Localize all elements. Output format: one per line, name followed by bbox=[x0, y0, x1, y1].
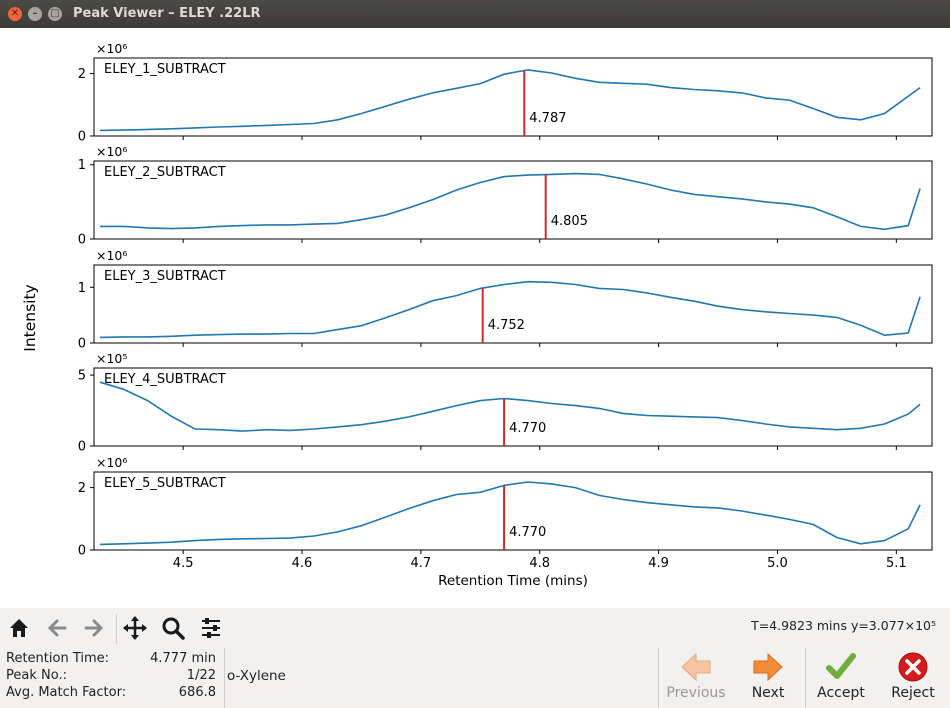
accept-button[interactable]: Accept bbox=[806, 648, 876, 708]
x-tick-label: 4.8 bbox=[529, 556, 550, 571]
minimize-window-button[interactable]: – bbox=[28, 7, 42, 21]
navigation-toolbar: T=4.9823 mins y=3.077×10⁵ bbox=[0, 608, 950, 648]
chromatogram-line bbox=[99, 172, 921, 231]
action-separator bbox=[658, 648, 659, 708]
plot-canvas[interactable]: 0 2 ×10⁶ 4.787 ELEY_1_SUBTRACT 0 1 ×10⁶ 4.805 ELE… bbox=[0, 28, 950, 608]
chromatogram-line bbox=[99, 69, 921, 132]
window-title: Peak Viewer – ELEY .22LR bbox=[73, 6, 261, 21]
y-exponent-label: ×10⁶ bbox=[96, 144, 127, 159]
peak-label: 4.752 bbox=[488, 318, 525, 333]
figure-svg[interactable]: 02×10⁶4.787ELEY_1_SUBTRACT01×10⁶4.805ELE… bbox=[0, 28, 950, 608]
peak-label: 4.787 bbox=[529, 111, 566, 126]
zoom-icon[interactable] bbox=[159, 614, 187, 642]
y-exponent-label: ×10⁶ bbox=[96, 455, 127, 470]
match-factor-label: Avg. Match Factor: bbox=[6, 685, 127, 700]
reject-button[interactable]: Reject bbox=[878, 648, 948, 708]
forward-arrow-icon[interactable] bbox=[80, 614, 108, 642]
title-bar: ✕ – □ Peak Viewer – ELEY .22LR bbox=[0, 0, 950, 28]
toolbar-separator bbox=[116, 614, 117, 644]
peak-number-value: 1/22 bbox=[186, 668, 216, 683]
x-axis-label: Retention Time (mins) bbox=[438, 573, 588, 589]
x-tick-label: 4.5 bbox=[173, 556, 194, 571]
y-tick-label: 1 bbox=[78, 158, 86, 173]
y-tick-label: 1 bbox=[78, 281, 86, 296]
y-tick-label: 0 bbox=[78, 233, 86, 248]
y-axis-label: Intensity bbox=[21, 284, 39, 351]
reject-x-icon bbox=[898, 652, 928, 682]
peak-label: 4.770 bbox=[509, 421, 546, 436]
x-tick-label: 4.6 bbox=[292, 556, 313, 571]
next-label: Next bbox=[751, 685, 785, 701]
close-window-button[interactable]: ✕ bbox=[8, 7, 22, 21]
x-tick-label: 5.0 bbox=[767, 556, 788, 571]
x-tick-label: 4.7 bbox=[411, 556, 432, 571]
panel-title: ELEY_2_SUBTRACT bbox=[104, 165, 226, 180]
y-tick-label: 2 bbox=[78, 67, 86, 82]
y-tick-label: 0 bbox=[78, 440, 86, 455]
x-tick-label: 5.1 bbox=[886, 556, 907, 571]
reject-label: Reject bbox=[891, 685, 935, 701]
y-tick-label: 0 bbox=[78, 130, 86, 145]
y-exponent-label: ×10⁵ bbox=[96, 351, 127, 366]
home-icon[interactable] bbox=[5, 614, 33, 642]
maximize-window-button[interactable]: □ bbox=[48, 7, 62, 21]
y-tick-label: 5 bbox=[78, 369, 86, 384]
y-exponent-label: ×10⁶ bbox=[96, 248, 127, 263]
panel-title: ELEY_5_SUBTRACT bbox=[104, 476, 226, 491]
back-arrow-icon[interactable] bbox=[43, 614, 71, 642]
previous-label: Previous bbox=[666, 685, 726, 701]
accept-label: Accept bbox=[817, 685, 865, 701]
panel-title: ELEY_4_SUBTRACT bbox=[104, 372, 226, 387]
left-arrow-icon bbox=[681, 652, 711, 682]
match-factor-value: 686.8 bbox=[178, 685, 216, 700]
y-tick-label: 0 bbox=[78, 544, 86, 559]
peak-label: 4.805 bbox=[551, 214, 588, 229]
next-button[interactable]: Next bbox=[733, 648, 803, 708]
pan-icon[interactable] bbox=[121, 614, 149, 642]
y-tick-label: 2 bbox=[78, 481, 86, 496]
peak-number-label: Peak No.: bbox=[6, 668, 67, 683]
panel-title: ELEY_3_SUBTRACT bbox=[104, 269, 226, 284]
retention-time-value: 4.777 min bbox=[150, 651, 216, 666]
y-exponent-label: ×10⁶ bbox=[96, 41, 127, 56]
y-tick-label: 0 bbox=[78, 337, 86, 352]
x-tick-label: 4.9 bbox=[648, 556, 669, 571]
info-separator bbox=[224, 648, 225, 708]
compound-name: o-Xylene bbox=[227, 668, 286, 684]
peak-info-panel: Retention Time: Peak No.: Avg. Match Fac… bbox=[0, 648, 950, 708]
panel-title: ELEY_1_SUBTRACT bbox=[104, 62, 226, 77]
right-arrow-icon bbox=[753, 652, 783, 682]
previous-button[interactable]: Previous bbox=[661, 648, 731, 708]
retention-time-label: Retention Time: bbox=[6, 651, 110, 666]
cursor-coordinates: T=4.9823 mins y=3.077×10⁵ bbox=[751, 618, 936, 633]
checkmark-icon bbox=[826, 653, 856, 679]
configure-icon[interactable] bbox=[197, 614, 225, 642]
peak-label: 4.770 bbox=[509, 525, 546, 540]
